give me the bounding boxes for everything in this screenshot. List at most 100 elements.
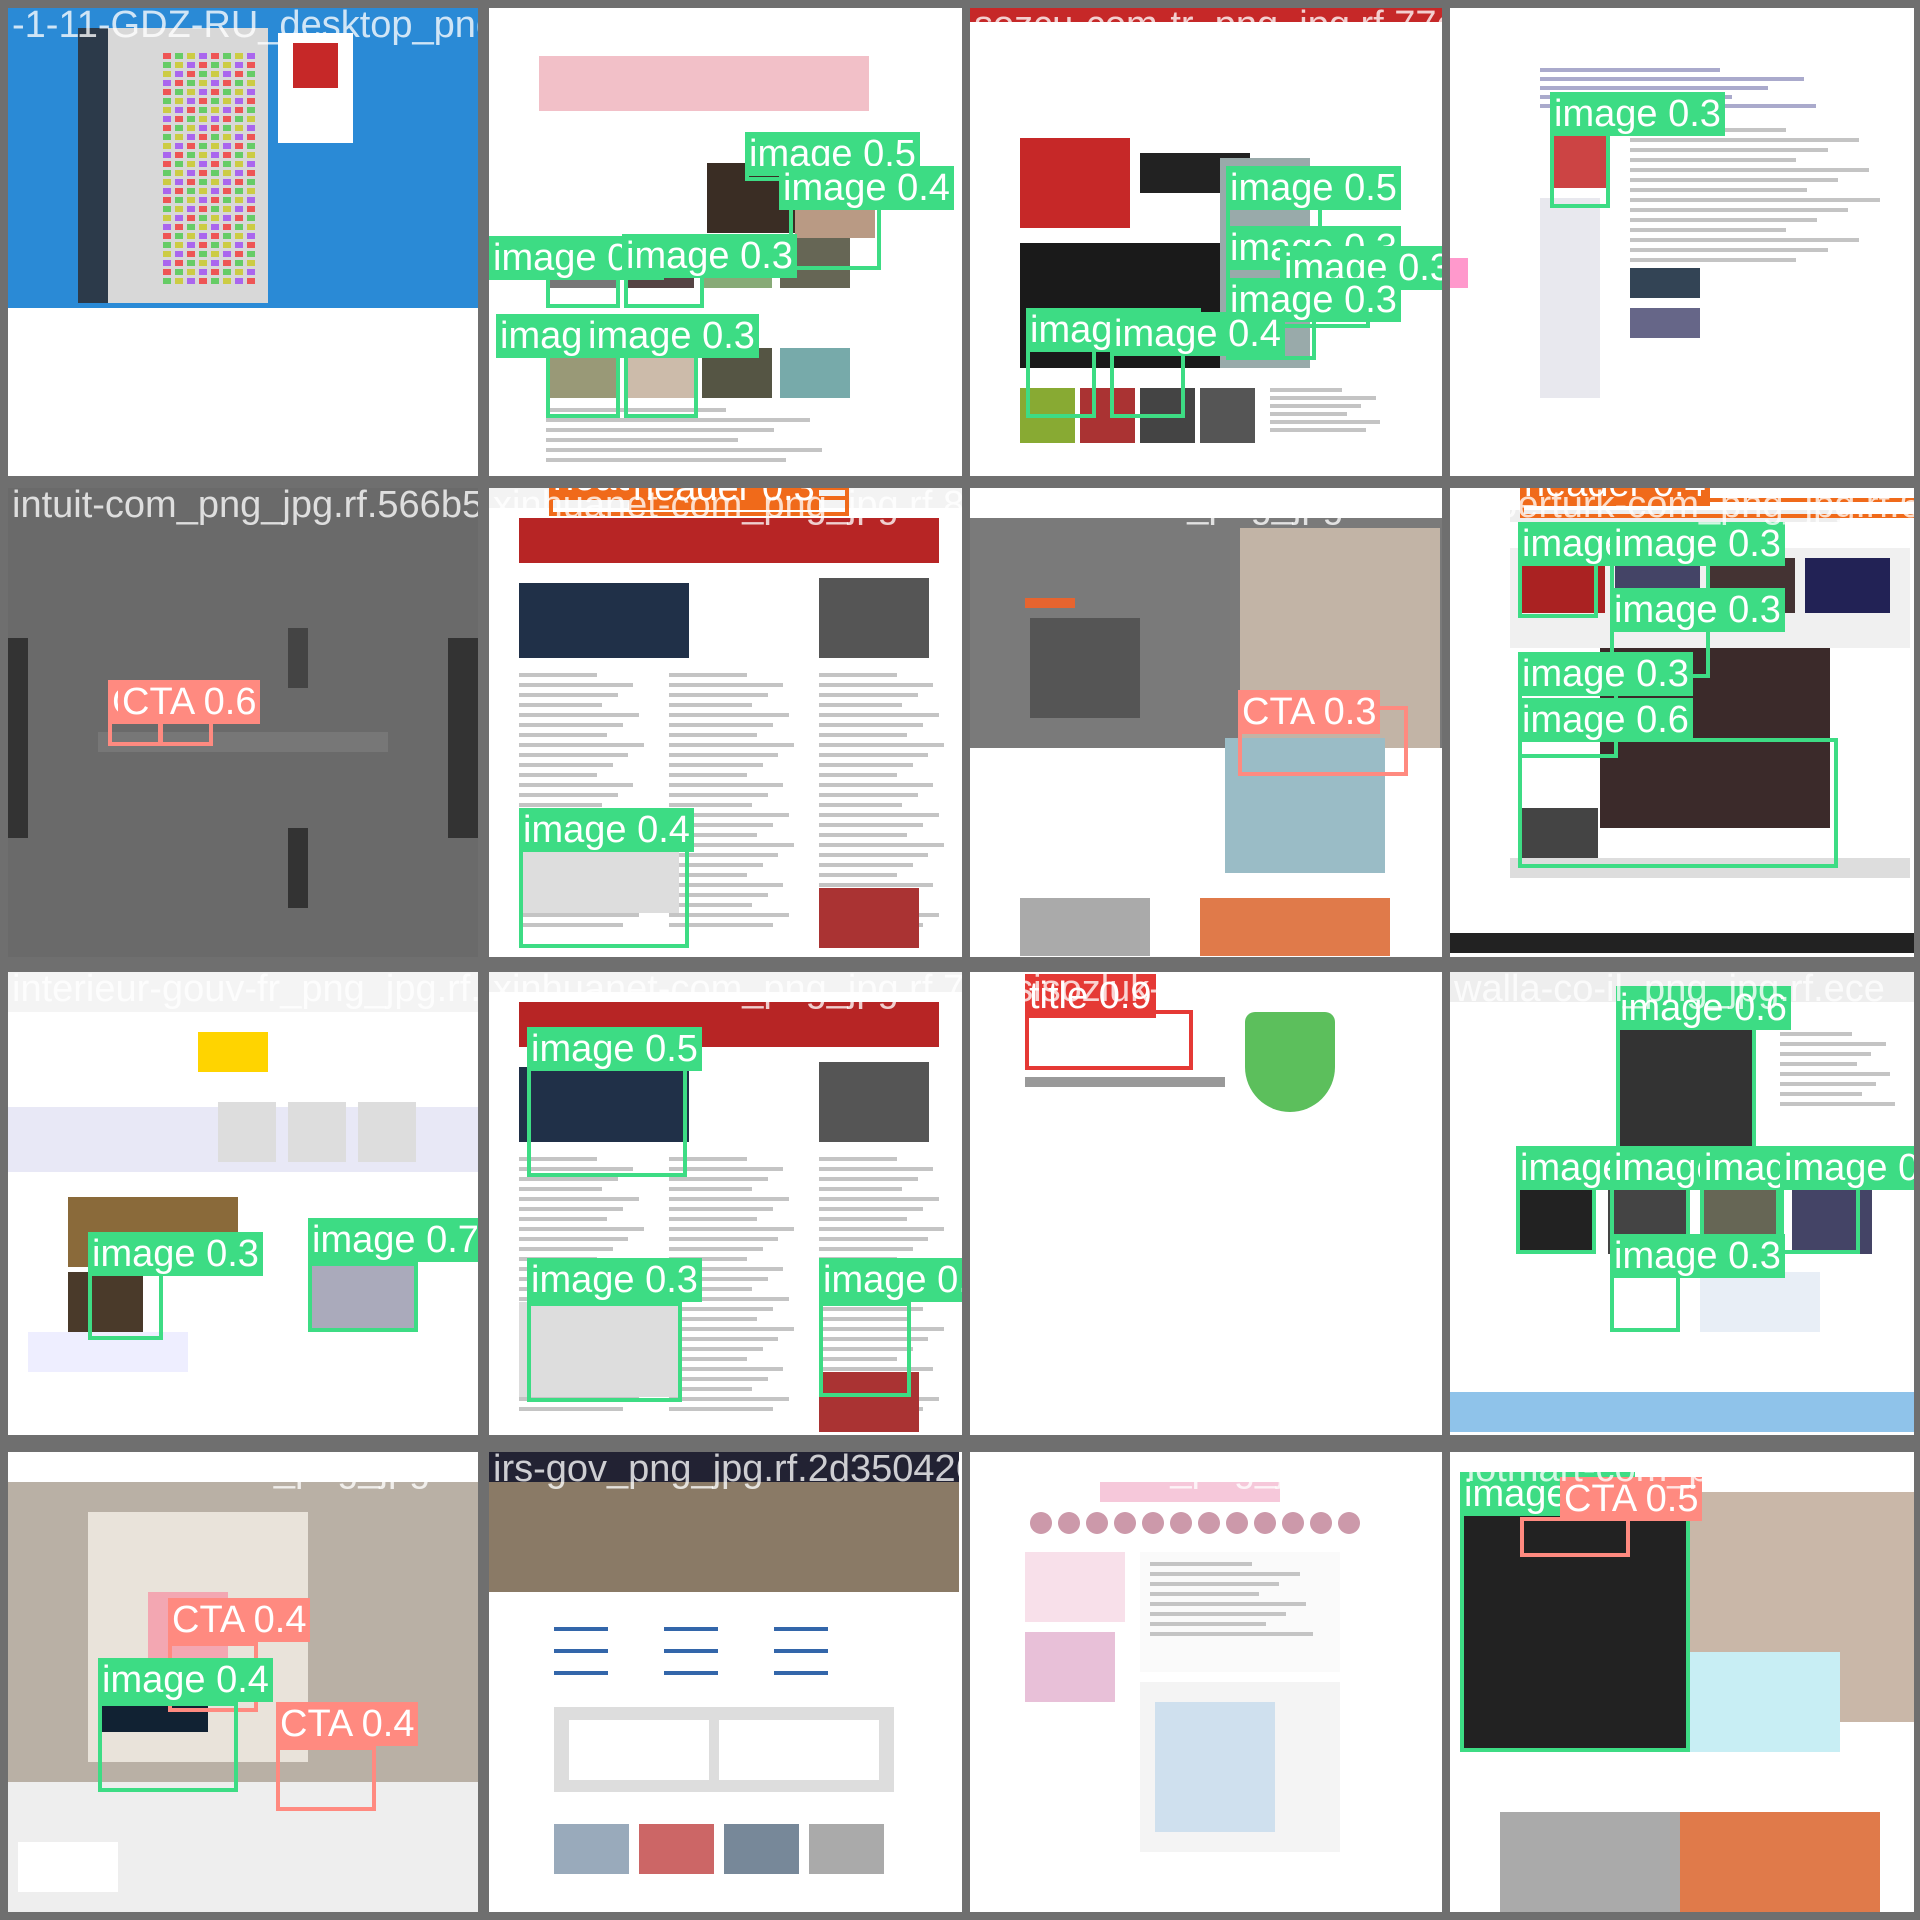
service-tile: [218, 1102, 276, 1162]
detection-score: 0.3: [1898, 1147, 1914, 1189]
tile-filename: xinhuanet-com_png_jpg.rf.7: [493, 972, 962, 1010]
text-line: [1630, 248, 1828, 252]
grid-dot: [211, 233, 219, 239]
text-line: [669, 1327, 794, 1331]
detection-label: image 0.4: [819, 1258, 962, 1302]
text-line: [819, 683, 934, 687]
detection-gap: [193, 681, 204, 723]
photo: [1630, 308, 1700, 338]
photo: [1805, 558, 1890, 613]
grid-dot: [163, 98, 171, 104]
grid-dot: [235, 242, 243, 248]
grid-dot: [199, 98, 207, 104]
text-line: [1630, 208, 1849, 212]
ad-banner: [539, 56, 869, 111]
grid-dot: [247, 188, 255, 194]
grid-dot: [211, 206, 219, 212]
avatar: [1142, 1512, 1164, 1534]
text-line: [819, 733, 908, 737]
grid-dot: [223, 251, 231, 257]
grid-dot: [247, 215, 255, 221]
grid-dot: [235, 269, 243, 275]
text-line: [669, 1397, 789, 1401]
grid-dot: [175, 242, 183, 248]
grid-dot: [247, 98, 255, 104]
detection-label: image 0.3: [527, 1258, 702, 1302]
page-content: [1450, 8, 1914, 476]
grid-dot: [199, 134, 207, 140]
text-line: [669, 1317, 758, 1321]
grid-dot: [235, 53, 243, 59]
text-line: [1150, 1612, 1286, 1616]
grid-dot: [163, 206, 171, 212]
text-line: [819, 753, 929, 757]
text-line: [1150, 1592, 1259, 1596]
detection-class: image: [1230, 167, 1334, 209]
grid-dot: [247, 107, 255, 113]
grid-dot: [235, 278, 243, 284]
grid-dot: [199, 161, 207, 167]
grid-dot: [187, 215, 195, 221]
text-line: [774, 1627, 828, 1631]
grid-dot: [211, 116, 219, 122]
detection-score: 0.3: [1728, 523, 1781, 565]
grid-dot: [175, 278, 183, 284]
grid-dot: [211, 71, 219, 77]
text-line: [774, 1649, 828, 1653]
detection-score: 0.4: [216, 1659, 269, 1701]
grid-dot: [223, 278, 231, 284]
grid-dot: [247, 134, 255, 140]
text-line: [519, 753, 629, 757]
grid-dot: [211, 134, 219, 140]
grid-dot: [175, 170, 183, 176]
grid-dot: [163, 53, 171, 59]
grid-dot: [223, 107, 231, 113]
grid-dot: [175, 206, 183, 212]
blank-area: [8, 308, 478, 476]
tile-filename: eksisozluk-com_png_jpg.rf.1: [974, 972, 1442, 1010]
detection-class: image: [523, 809, 627, 851]
detection-score: 0.3: [1398, 247, 1442, 289]
detection-label: CTA 0.4: [276, 1702, 419, 1746]
screenshot-tile: hotmart-com_png_jpg.rf.4971b CTA 0.3: [970, 488, 1442, 957]
avatar: [1086, 1512, 1108, 1534]
text-line: [554, 1627, 608, 1631]
grid-dot: [175, 71, 183, 77]
grid-dot: [187, 161, 195, 167]
detection-score: 0.4: [637, 809, 690, 851]
text-line: [519, 723, 623, 727]
detection-label: image 0.3: [584, 314, 759, 358]
detection-gap: [1334, 279, 1345, 321]
grid-dot: [223, 233, 231, 239]
detection-box: [1518, 558, 1598, 618]
text-line: [519, 1187, 603, 1191]
grid-dot: [187, 116, 195, 122]
detection-box: [1610, 1272, 1680, 1332]
detection-box: [1026, 348, 1096, 418]
text-line: [669, 1337, 779, 1341]
detection-score: 0.4: [361, 1703, 415, 1745]
tile-filename: hotmart-com_png_jpg.rf.632: [1454, 1452, 1914, 1490]
illustration: [1025, 1632, 1115, 1702]
text-line: [519, 1177, 618, 1181]
text-line: [664, 1649, 718, 1653]
detection-gap: [635, 1259, 646, 1301]
grid-dot: [211, 143, 219, 149]
avatar: [1114, 1512, 1136, 1534]
detection-class: image: [531, 1259, 635, 1301]
text-line: [819, 803, 903, 807]
grid-dot: [175, 134, 183, 140]
grid-dot: [235, 233, 243, 239]
detection-gap: [692, 315, 703, 357]
grid-dot: [223, 89, 231, 95]
grid-dot: [175, 179, 183, 185]
text-line: [819, 1207, 923, 1211]
grid-dot: [211, 107, 219, 113]
screenshot-tile: interieur-gouv-fr_png_jpg.rf.5 image 0.3 i…: [8, 972, 478, 1435]
detection-class: CTA: [280, 1703, 352, 1745]
grid-dot: [187, 233, 195, 239]
grid-dot: [223, 197, 231, 203]
side-list: [1540, 198, 1600, 398]
detection-box: [1110, 348, 1185, 418]
grid-dot: [223, 215, 231, 221]
